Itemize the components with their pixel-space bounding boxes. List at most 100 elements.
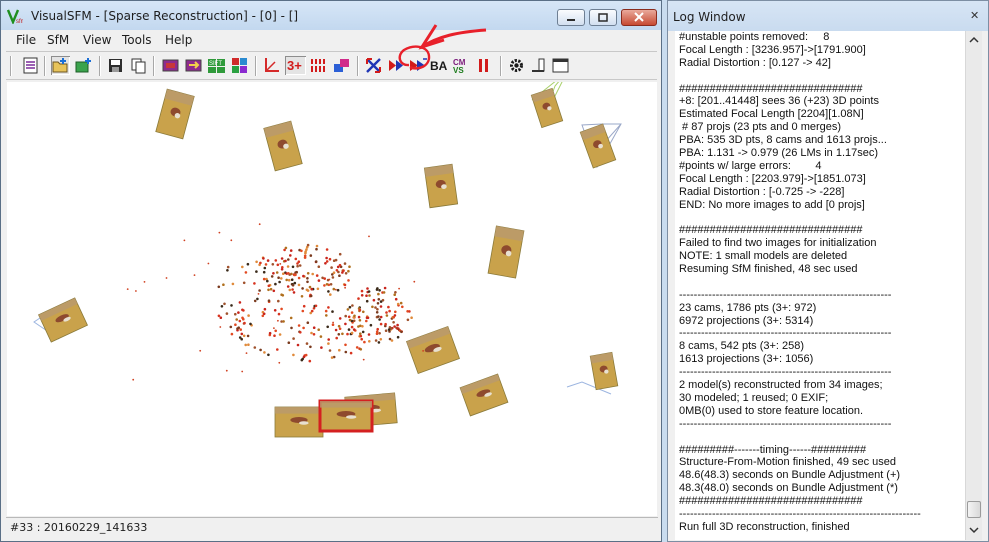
menu-view[interactable]: View xyxy=(83,33,111,47)
point-cloud-point xyxy=(267,353,270,357)
toolbar-separator xyxy=(44,56,45,76)
point-cloud-point xyxy=(273,327,275,329)
axis-button[interactable] xyxy=(262,56,281,75)
scroll-down-icon[interactable] xyxy=(966,522,982,538)
point-cloud-point xyxy=(294,257,298,261)
point-cloud-point xyxy=(226,269,229,272)
scrollbar-thumb[interactable] xyxy=(967,501,981,518)
point-cloud-point xyxy=(378,332,381,335)
copy-button[interactable] xyxy=(129,56,148,75)
menu-tools[interactable]: Tools xyxy=(122,33,152,47)
fullscreen-button[interactable] xyxy=(551,56,570,75)
point-cloud-point xyxy=(324,309,328,313)
three-plus-button[interactable]: 3+ xyxy=(285,56,306,75)
log-line: Focal Length : [3236.957]->[1791.900] xyxy=(679,43,866,56)
settings-button[interactable] xyxy=(507,56,526,75)
camera-thumbnail[interactable] xyxy=(263,120,303,172)
log-line: PBA: 535 3D pts, 8 cams and 1613 projs..… xyxy=(679,134,887,147)
point-cloud-point xyxy=(268,331,272,335)
point-cloud-point xyxy=(325,314,328,317)
point-cloud-point xyxy=(309,311,313,315)
point-cloud-point xyxy=(401,305,404,309)
point-cloud-point xyxy=(229,325,233,329)
log-close-icon[interactable]: ✕ xyxy=(970,9,979,22)
point-cloud-point xyxy=(242,317,245,321)
open-multiple-images-button[interactable] xyxy=(51,56,70,75)
expand-button[interactable] xyxy=(364,56,383,75)
point-cloud-point xyxy=(292,353,295,357)
point-cloud-point xyxy=(287,258,290,261)
scroll-up-icon[interactable] xyxy=(966,32,982,48)
point-cloud-point xyxy=(377,292,380,296)
show-cameras-button[interactable] xyxy=(332,56,351,75)
close-button[interactable] xyxy=(621,9,657,26)
point-cloud-point xyxy=(303,254,307,258)
camera-thumbnail[interactable] xyxy=(274,406,324,438)
point-cloud-point xyxy=(266,279,269,283)
point-cloud-point xyxy=(309,345,312,349)
point-cloud-point xyxy=(349,351,353,355)
log-scrollbar[interactable] xyxy=(965,31,982,540)
log-line: Focal Length : [2203.979]->[1851.073] xyxy=(679,172,866,185)
point-cloud-point xyxy=(327,342,330,345)
show-thumbnails-button[interactable] xyxy=(161,56,180,75)
point-cloud-point xyxy=(242,334,246,338)
point-cloud-point xyxy=(357,315,361,319)
camera-thumbnail[interactable] xyxy=(155,88,195,140)
log-window-button[interactable] xyxy=(21,56,40,75)
camera-thumbnail[interactable] xyxy=(405,325,461,375)
match-images-button[interactable]: SIFT xyxy=(207,56,226,75)
camera-thumbnail[interactable] xyxy=(579,123,617,169)
log-titlebar[interactable]: Log Window ✕ xyxy=(668,1,988,31)
point-cloud-point xyxy=(392,321,395,324)
point-cloud-point xyxy=(369,323,373,327)
point-cloud-point xyxy=(347,279,350,282)
point-cloud-point xyxy=(314,260,318,263)
point-cloud-point xyxy=(337,333,341,336)
log-text-area[interactable]: #unstable points removed: 8 Focal Length … xyxy=(675,31,965,540)
point-cloud-point xyxy=(285,278,289,282)
camera-thumbnail[interactable] xyxy=(38,297,88,343)
camera-thumbnail[interactable] xyxy=(459,373,509,417)
minimize-button[interactable] xyxy=(557,9,585,26)
log-window-icon xyxy=(23,57,38,74)
point-cloud-point xyxy=(271,263,275,266)
log-line: PBA: 1.131 -> 0.979 (26 LMs in 1.17sec) xyxy=(679,147,879,160)
point-cloud-point xyxy=(385,311,388,314)
point-cloud-point xyxy=(230,239,233,242)
save-button[interactable] xyxy=(106,56,125,75)
log-line: 0MB(0) used to store feature location. xyxy=(679,404,864,417)
menu-file[interactable]: File xyxy=(16,33,36,47)
camera-thumbnail[interactable] xyxy=(487,225,525,279)
point-cloud-point xyxy=(379,300,383,303)
selected-camera-thumbnail[interactable] xyxy=(318,399,374,433)
menu-sfm[interactable]: SfM xyxy=(47,33,69,47)
point-cloud-scene[interactable] xyxy=(7,82,657,516)
visualsfm-titlebar[interactable]: sfm VisualSFM - [Sparse Reconstruction] … xyxy=(1,1,661,30)
compute-matches-button[interactable] xyxy=(230,56,249,75)
point-cloud-point xyxy=(234,323,237,326)
camera-thumbnail[interactable] xyxy=(530,87,564,129)
point-cloud-point xyxy=(365,316,369,320)
sparse-reconstruction-view[interactable] xyxy=(7,82,657,516)
point-cloud-point xyxy=(238,301,242,304)
maximize-button[interactable] xyxy=(589,9,617,26)
point-cloud-point xyxy=(362,310,365,314)
minimize-icon xyxy=(567,19,575,21)
point-cloud-point xyxy=(277,299,280,303)
point-cloud-point xyxy=(368,235,370,238)
point-cloud-point xyxy=(267,288,270,292)
log-line: # 87 projs (23 pts and 0 merges) xyxy=(679,121,842,134)
camera-thumbnail[interactable] xyxy=(423,163,459,209)
show-points-button[interactable] xyxy=(309,56,328,75)
svg-text:SIFT: SIFT xyxy=(209,61,222,67)
menu-help[interactable]: Help xyxy=(165,33,192,47)
point-cloud-point xyxy=(387,328,391,331)
point-cloud-point xyxy=(317,279,321,282)
show-features-button[interactable] xyxy=(184,56,203,75)
point-cloud-point xyxy=(165,277,168,279)
layout-button[interactable] xyxy=(529,56,548,75)
add-images-button[interactable] xyxy=(74,56,93,75)
log-line: ----------------------------------------… xyxy=(679,327,892,340)
camera-thumbnail[interactable] xyxy=(589,351,619,391)
